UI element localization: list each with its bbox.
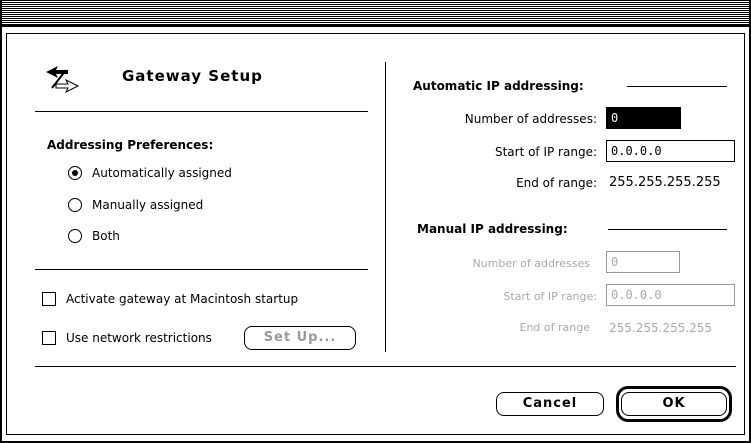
manual-count-label: Number of addresses (472, 257, 591, 270)
auto-start-input[interactable]: 0.0.0.0 (606, 140, 735, 162)
auto-end-value: 255.255.255.255 (609, 175, 721, 190)
radio-automatically-assigned-label[interactable]: Automatically assigned (92, 166, 232, 180)
network-restrictions-label[interactable]: Use network restrictions (66, 331, 212, 345)
addressing-heading: Addressing Preferences: (47, 138, 214, 152)
window-title-bar[interactable] (0, 0, 751, 27)
auto-count-input[interactable]: 0 (606, 107, 681, 129)
radio-automatically-assigned[interactable] (68, 166, 82, 180)
automatic-ip-heading: Automatic IP addressing: (413, 79, 584, 93)
radio-manually-assigned-label[interactable]: Manually assigned (92, 198, 203, 212)
manual-start-input[interactable]: 0.0.0.0 (606, 284, 735, 306)
set-up-button[interactable]: Set Up... (244, 326, 356, 350)
divider (627, 86, 727, 87)
manual-end-label: End of range (519, 321, 591, 334)
network-restrictions-checkbox[interactable] (42, 331, 56, 345)
activate-gateway-label[interactable]: Activate gateway at Macintosh startup (66, 292, 298, 306)
divider (35, 111, 368, 112)
activate-gateway-checkbox[interactable] (42, 292, 56, 306)
manual-count-input[interactable]: 0 (606, 251, 680, 273)
radio-both[interactable] (68, 229, 82, 243)
divider (35, 366, 736, 367)
auto-count-label: Number of addresses: (464, 112, 597, 126)
divider (35, 269, 368, 270)
manual-ip-heading: Manual IP addressing: (417, 222, 568, 236)
column-divider (385, 62, 386, 352)
gateway-arrows-icon (46, 66, 80, 94)
manual-end-value: 255.255.255.255 (609, 321, 713, 335)
manual-start-label: Start of IP range: (503, 290, 597, 303)
ok-button[interactable]: OK (621, 392, 727, 416)
auto-end-label: End of range: (516, 176, 597, 190)
dialog-title: Gateway Setup (122, 67, 263, 85)
divider (608, 229, 727, 230)
radio-manually-assigned[interactable] (68, 198, 82, 212)
auto-start-label: Start of IP range: (494, 145, 597, 159)
cancel-button[interactable]: Cancel (496, 392, 604, 416)
radio-both-label[interactable]: Both (92, 229, 120, 243)
